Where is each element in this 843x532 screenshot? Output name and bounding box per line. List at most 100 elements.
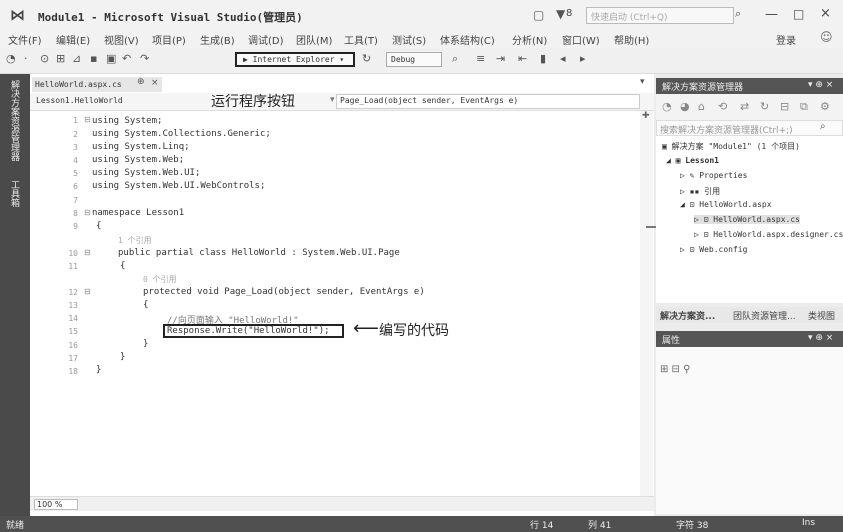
menu-tools[interactable]: 工具(T) [344, 32, 378, 47]
tree-item-solution[interactable]: ▣ 解决方案 "Module1" (1 个项目) [662, 141, 800, 152]
tree-label: 解决方案 "Module1" (1 个项目) [671, 142, 800, 151]
tree-item-aspx[interactable]: ◢ ⊡ HelloWorld.aspx [680, 200, 772, 209]
back-icon[interactable]: ◔ [662, 100, 672, 113]
zoom-select[interactable]: 100 % [34, 499, 78, 510]
close-button[interactable]: × [820, 6, 831, 21]
tree-item-aspx-cs[interactable]: ▷ ⊡ HelloWorld.aspx.cs [694, 215, 800, 224]
window-title: Module1 - Microsoft Visual Studio(管理员) [38, 11, 303, 24]
quick-launch-placeholder: 快速启动 (Ctrl+Q) [591, 13, 668, 23]
properties-toolbar[interactable]: ⊞ ⊟ ⚲ [660, 364, 690, 375]
search-icon[interactable]: ⌕ [820, 121, 826, 132]
account-icon[interactable]: ☺ [820, 30, 833, 44]
menu-project[interactable]: 项目(P) [152, 32, 186, 47]
line-number: 16 [68, 341, 78, 350]
pin-icon[interactable]: ▾ ⊕ × [808, 80, 833, 90]
redo-icon[interactable]: ↷ [140, 52, 149, 65]
refresh-icon[interactable]: ↻ [760, 100, 769, 113]
arrow-left-icon: ⟵ [353, 318, 379, 339]
split-icon[interactable]: ✚ [642, 111, 650, 121]
tab-class-view[interactable]: 类视图 [808, 309, 835, 322]
reference-count[interactable]: 0 个引用 [143, 274, 177, 285]
bookmark-icon[interactable]: ▮ [540, 52, 546, 65]
tree-item-references[interactable]: ▷ ▪▪ 引用 [680, 186, 720, 197]
menu-architecture[interactable]: 体系结构(C) [440, 32, 495, 47]
menu-build[interactable]: 生成(B) [200, 32, 235, 47]
fold-icon[interactable]: ⊟ [84, 208, 91, 217]
undo-icon[interactable]: ↶ [122, 52, 131, 65]
configuration-select[interactable]: Debug [386, 52, 442, 67]
show-all-files-icon[interactable]: ⧉ [800, 100, 808, 114]
tab-close-icon[interactable]: × [151, 78, 159, 88]
horizontal-scrollbar[interactable] [30, 496, 654, 511]
menu-file[interactable]: 文件(F) [8, 32, 42, 47]
sync-icon[interactable]: ⟲ [718, 100, 727, 113]
find-icon[interactable]: ⌕ [452, 52, 458, 66]
back-icon[interactable]: ◔ [6, 52, 16, 65]
menu-team[interactable]: 团队(M) [296, 32, 332, 47]
properties-title: 属性 [662, 336, 681, 346]
collapse-all-icon[interactable]: ⊟ [780, 100, 789, 113]
line-number: 5 [73, 169, 78, 178]
tab-team-explorer[interactable]: 团队资源管理... [733, 309, 796, 322]
tab-solution-explorer[interactable]: 解决方案资... [660, 309, 715, 322]
tree-item-designer[interactable]: ▷ ⊡ HelloWorld.aspx.designer.cs [694, 230, 843, 239]
chevron-down-icon[interactable]: ▾ [330, 95, 335, 105]
reference-count[interactable]: 1 个引用 [118, 235, 152, 246]
minimize-button[interactable]: — [765, 7, 778, 22]
code-line: namespace Lesson1 [92, 208, 185, 218]
next-bookmark-icon[interactable]: ▸ [580, 52, 586, 65]
tree-item-properties[interactable]: ▷ ✎ Properties [680, 171, 747, 180]
menu-analyze[interactable]: 分析(N) [512, 32, 547, 47]
home-icon[interactable]: ⌂ [698, 100, 705, 113]
quick-launch-input[interactable]: 快速启动 (Ctrl+Q) [586, 7, 734, 24]
menu-test[interactable]: 测试(S) [392, 32, 426, 47]
outdent-icon[interactable]: ⇤ [518, 52, 527, 65]
toolbox-side-tab[interactable]: 工具箱 [8, 180, 21, 207]
refresh-icon[interactable]: ↻ [362, 52, 371, 65]
forward-icon[interactable]: ◕ [680, 100, 690, 113]
forward-icon[interactable]: · [24, 52, 28, 65]
fold-icon[interactable]: ⊟ [84, 248, 91, 257]
comment-icon[interactable]: ≡ [476, 52, 485, 65]
solution-explorer-title: 解决方案资源管理器 [662, 83, 744, 93]
notification-icon[interactable]: ▢ [533, 8, 544, 22]
tree-item-project[interactable]: ◢ ▣ Lesson1 [666, 156, 719, 165]
solution-explorer-side-tab[interactable]: 解决方案资源管理器 [8, 80, 21, 161]
menu-bar: 文件(F) 编辑(E) 视图(V) 项目(P) 生成(B) 调试(D) 团队(M… [0, 30, 843, 48]
class-dropdown[interactable]: Lesson1.HelloWorld [36, 96, 123, 105]
line-number: 3 [73, 143, 78, 152]
tree-label: HelloWorld.aspx.designer.cs [713, 230, 843, 239]
pin-icon[interactable]: ⊕ [137, 77, 145, 87]
fold-icon[interactable]: ⊟ [84, 287, 91, 296]
status-column: 列 41 [588, 521, 612, 531]
tree-label: HelloWorld.aspx [699, 200, 772, 209]
maximize-button[interactable]: □ [793, 7, 804, 21]
scroll-marker [646, 226, 656, 228]
navigate-icon[interactable]: ⊙ [40, 52, 49, 65]
line-number: 14 [68, 314, 78, 323]
menu-view[interactable]: 视图(V) [104, 32, 139, 47]
prev-bookmark-icon[interactable]: ◂ [560, 52, 566, 65]
indent-icon[interactable]: ⇥ [496, 52, 505, 65]
login-link[interactable]: 登录 [776, 32, 796, 47]
run-internet-explorer-button[interactable]: ▶ Internet Explorer ▾ [235, 52, 355, 67]
settings-icon[interactable]: ⚙ [820, 100, 830, 113]
menu-window[interactable]: 窗口(W) [562, 32, 600, 47]
new-project-icon[interactable]: ⊞ [56, 52, 65, 65]
flag-icon[interactable]: ▼ [556, 7, 565, 21]
annotation-run-button: 运行程序按钮 [211, 94, 295, 110]
menu-edit[interactable]: 编辑(E) [56, 32, 90, 47]
menu-help[interactable]: 帮助(H) [614, 32, 649, 47]
vertical-scrollbar[interactable] [640, 111, 653, 496]
search-icon[interactable]: ⌕ [735, 7, 741, 21]
menu-debug[interactable]: 调试(D) [248, 32, 284, 47]
pending-changes-icon[interactable]: ⇄ [740, 100, 749, 113]
chevron-down-icon[interactable]: ▾ [640, 77, 645, 87]
open-file-icon[interactable]: ⊿ [72, 52, 81, 65]
fold-icon[interactable]: ⊟ [84, 115, 91, 124]
tree-item-webconfig[interactable]: ▷ ⊡ Web.config [680, 245, 747, 254]
pin-icon[interactable]: ▾ ⊕ × [808, 333, 833, 343]
save-all-icon[interactable]: ▣ [106, 52, 116, 65]
line-number: 17 [68, 354, 78, 363]
save-icon[interactable]: ▪ [90, 52, 97, 65]
